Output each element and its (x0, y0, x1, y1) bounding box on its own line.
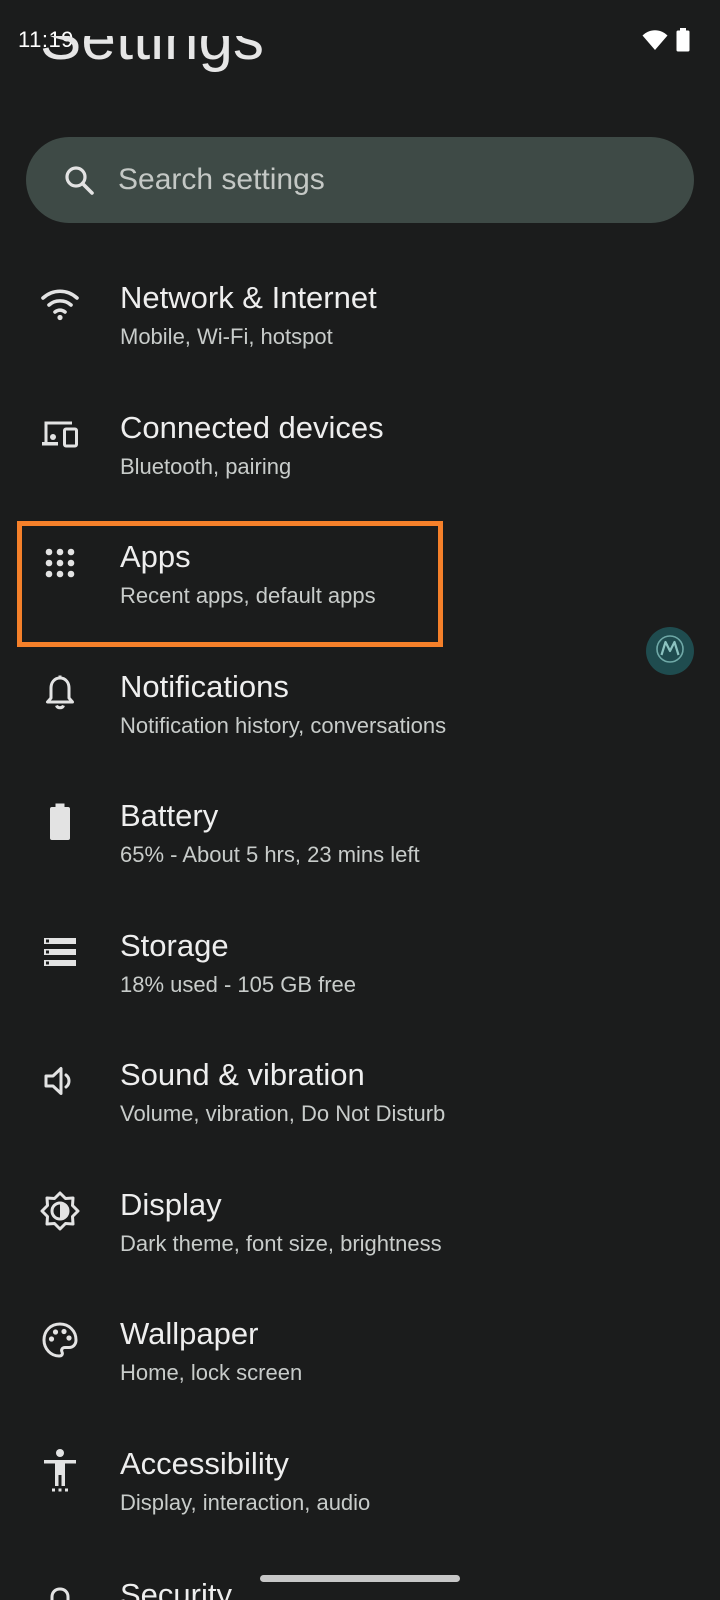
item-subtitle: Bluetooth, pairing (120, 453, 292, 479)
apps-grid-icon (38, 541, 82, 585)
item-title: Battery (120, 798, 219, 833)
settings-item-sound-vibration[interactable]: Sound & vibration Volume, vibration, Do … (0, 1035, 720, 1165)
motorola-logo-icon (655, 634, 685, 669)
speaker-icon (38, 1059, 82, 1103)
status-icons (642, 28, 690, 57)
bell-icon (38, 671, 82, 715)
lock-icon (38, 1583, 82, 1600)
item-subtitle: 18% used - 105 GB free (120, 971, 357, 997)
item-title: Security (120, 1577, 232, 1600)
item-subtitle: Dark theme, font size, brightness (120, 1230, 442, 1256)
settings-item-connected-devices[interactable]: Connected devices Bluetooth, pairing (0, 388, 720, 518)
item-subtitle: Recent apps, default apps (120, 583, 376, 608)
settings-item-storage[interactable]: Storage 18% used - 105 GB free (0, 906, 720, 1036)
item-title: Connected devices (120, 409, 384, 445)
item-title: Accessibility (120, 1445, 289, 1481)
item-title: Storage (120, 927, 229, 963)
page-title: Settings (40, 36, 264, 91)
page-title-text: Settings (40, 36, 265, 73)
item-title: Sound & vibration (120, 1057, 365, 1092)
item-title: Apps (120, 539, 191, 574)
search-icon (62, 163, 96, 197)
settings-item-display[interactable]: Display Dark theme, font size, brightnes… (0, 1165, 720, 1295)
devices-icon (38, 412, 82, 456)
settings-list: Network & Internet Mobile, Wi-Fi, hotspo… (0, 258, 720, 1553)
wifi-icon (38, 282, 82, 326)
floating-assistant-button[interactable] (646, 627, 694, 675)
wifi-icon (642, 29, 668, 56)
gesture-nav-handle[interactable] (260, 1575, 460, 1582)
item-title: Display (120, 1186, 222, 1222)
item-subtitle: Display, interaction, audio (120, 1489, 371, 1515)
battery-icon (676, 28, 690, 57)
battery-icon (38, 800, 82, 844)
item-title: Notifications (120, 668, 289, 704)
item-subtitle: Volume, vibration, Do Not Disturb (120, 1101, 446, 1126)
storage-icon (38, 930, 82, 974)
brightness-icon (38, 1189, 82, 1233)
settings-item-accessibility[interactable]: Accessibility Display, interaction, audi… (0, 1424, 720, 1554)
search-placeholder: Search settings (118, 163, 325, 196)
search-bar[interactable]: Search settings (26, 137, 694, 223)
item-subtitle: Notification history, conversations (120, 712, 447, 738)
settings-item-battery[interactable]: Battery 65% - About 5 hrs, 23 mins left (0, 776, 720, 906)
settings-item-apps[interactable]: Apps Recent apps, default apps (0, 517, 720, 647)
item-subtitle: Mobile, Wi-Fi, hotspot (120, 324, 333, 349)
settings-item-network-internet[interactable]: Network & Internet Mobile, Wi-Fi, hotspo… (0, 258, 720, 388)
accessibility-icon (38, 1448, 82, 1492)
palette-icon (38, 1318, 82, 1362)
settings-item-notifications[interactable]: Notifications Notification history, conv… (0, 647, 720, 777)
item-subtitle: 65% - About 5 hrs, 23 mins left (120, 842, 420, 867)
item-title: Network & Internet (120, 280, 377, 315)
item-subtitle: Home, lock screen (120, 1360, 303, 1385)
settings-item-wallpaper[interactable]: Wallpaper Home, lock screen (0, 1294, 720, 1424)
item-title: Wallpaper (120, 1316, 259, 1351)
